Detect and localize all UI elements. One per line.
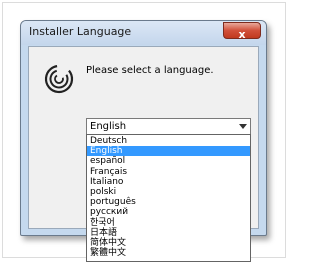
window-title: Installer Language [29,25,132,38]
title-bar[interactable]: Installer Language x [21,21,266,45]
language-option[interactable]: polski [87,187,250,197]
language-prompt: Please select a language. [86,65,214,76]
language-option[interactable]: português [87,197,250,207]
close-icon: x [238,28,246,41]
installer-language-window: Installer Language x Please select a lan… [20,20,267,262]
language-option[interactable]: Français [87,167,250,177]
language-option[interactable]: 한국어 [87,218,250,228]
selected-language: English [90,121,127,132]
language-option[interactable]: español [87,156,250,166]
language-option[interactable]: русский [87,207,250,217]
installer-logo-icon [44,64,74,94]
dialog-body: Please select a language. English Deutsc… [28,46,259,262]
language-option[interactable]: Italiano [87,177,250,187]
language-dropdown-list[interactable]: Deutsch English español Français Italiano pol… [86,134,251,262]
language-option[interactable]: 日本語 [87,228,250,238]
language-option[interactable]: Deutsch [87,136,250,146]
language-select[interactable]: English [86,118,251,135]
language-option[interactable]: 简体中文 [87,238,250,248]
language-option[interactable]: English [87,146,250,157]
language-option[interactable]: 繁體中文 [87,248,250,258]
close-button[interactable]: x [223,22,261,41]
chevron-down-icon[interactable] [239,124,247,129]
